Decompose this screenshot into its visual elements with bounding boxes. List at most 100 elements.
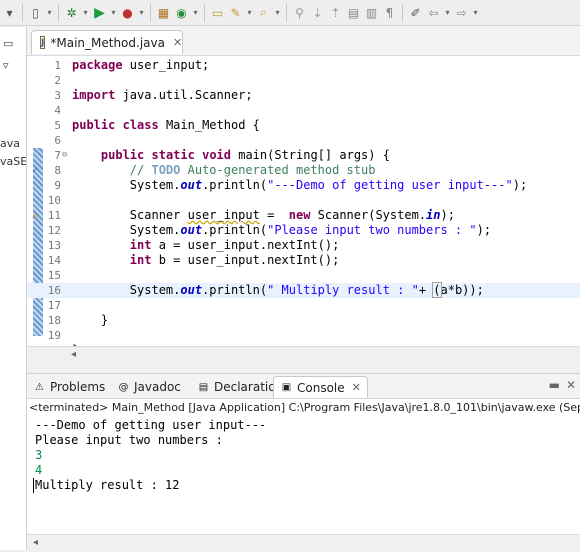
- code-line[interactable]: 4: [27, 103, 580, 118]
- chevron-down-icon[interactable]: ▾: [472, 5, 479, 20]
- dropdown-icon[interactable]: ▾: [2, 5, 17, 20]
- code-text: import java.util.Scanner;: [72, 88, 253, 103]
- close-icon[interactable]: ✕: [173, 36, 182, 49]
- edit-icon[interactable]: ✎: [228, 5, 243, 20]
- line-number: 2: [54, 74, 61, 87]
- mark-occurrences-icon[interactable]: ✐: [408, 5, 423, 20]
- problems-icon: ⚠: [35, 381, 44, 393]
- console-horizontal-scrollbar[interactable]: ◂: [27, 534, 580, 552]
- forward-icon[interactable]: ⇨: [454, 5, 469, 20]
- line-number: 14: [47, 254, 61, 267]
- scroll-left-icon[interactable]: ◂: [71, 349, 76, 360]
- code-token: b = user_input.nextInt();: [151, 253, 340, 267]
- editor-tab-label: *Main_Method.java: [50, 35, 165, 50]
- external-tools-icon[interactable]: ●: [120, 5, 135, 20]
- view-menu-icon[interactable]: ▿: [3, 59, 9, 72]
- back-icon[interactable]: ⇦: [426, 5, 441, 20]
- tab-problems[interactable]: ⚠ Problems: [33, 376, 105, 398]
- search-icon[interactable]: ⌕: [256, 5, 271, 20]
- code-line[interactable]: 16 System.out.println(" Multiply result …: [27, 282, 580, 298]
- code-token: a = user_input.nextInt();: [151, 238, 340, 252]
- code-area[interactable]: 1 package user_input; 2 3 import java.util.S…: [27, 56, 580, 346]
- code-token: java.util.Scanner;: [115, 88, 253, 102]
- code-token: import: [72, 88, 116, 102]
- debug-icon[interactable]: ✲: [64, 5, 79, 20]
- tab-declaration[interactable]: ▤ Declaration: [197, 376, 283, 398]
- editor-horizontal-scrollbar[interactable]: ◂: [27, 346, 580, 364]
- warning-icon[interactable]: ⚠: [32, 208, 38, 223]
- line-number: 8: [54, 164, 61, 177]
- tab-label: Console: [297, 380, 345, 395]
- editor-tab-bar: J *Main_Method.java ✕: [27, 27, 580, 56]
- code-line[interactable]: 15: [27, 268, 580, 283]
- line-number: 5: [54, 119, 61, 132]
- new-class-icon[interactable]: ◉: [174, 5, 189, 20]
- editor-tab-main-method[interactable]: J *Main_Method.java ✕: [31, 30, 183, 54]
- line-number: 10: [47, 194, 61, 207]
- fold-toggle-icon[interactable]: ⊖: [62, 148, 72, 163]
- chevron-down-icon[interactable]: ▾: [110, 5, 117, 20]
- toggle-breakpoint-icon[interactable]: ▯: [28, 5, 43, 20]
- chevron-down-icon[interactable]: ▾: [82, 5, 89, 20]
- open-folder-icon[interactable]: ▭: [210, 5, 225, 20]
- tab-console[interactable]: ▣ Console ✕: [273, 376, 368, 398]
- code-line[interactable]: 3 import java.util.Scanner;: [27, 88, 580, 103]
- code-line[interactable]: 10: [27, 193, 580, 208]
- code-text: }: [72, 313, 108, 328]
- code-line[interactable]: 17: [27, 298, 580, 313]
- tree-item-fragment[interactable]: ava: [0, 137, 20, 150]
- new-java-package-icon[interactable]: ▦: [156, 5, 171, 20]
- run-icon[interactable]: ▶: [92, 5, 107, 21]
- chevron-down-icon[interactable]: ▾: [274, 5, 281, 20]
- minimize-icon[interactable]: ▬: [549, 378, 560, 392]
- code-line[interactable]: 13 int a = user_input.nextInt();: [27, 238, 580, 253]
- chevron-down-icon[interactable]: ▾: [246, 5, 253, 20]
- scroll-left-icon[interactable]: ◂: [33, 537, 38, 548]
- code-line[interactable]: 12 System.out.println("Please input two …: [27, 223, 580, 238]
- line-number: 9: [54, 179, 61, 192]
- line-number: 18: [47, 314, 61, 327]
- tab-javadoc[interactable]: @ Javadoc: [117, 376, 181, 398]
- code-token: static: [151, 148, 195, 162]
- close-icon[interactable]: ✕: [352, 381, 361, 394]
- code-token: int: [129, 253, 152, 267]
- code-line[interactable]: 9 System.out.println("---Demo of getting…: [27, 178, 580, 193]
- code-token: public: [100, 148, 145, 162]
- chevron-down-icon[interactable]: ▾: [444, 5, 451, 20]
- chevron-down-icon[interactable]: ▾: [46, 5, 53, 20]
- code-line[interactable]: 14 int b = user_input.nextInt();: [27, 253, 580, 268]
- code-token: out: [180, 223, 203, 237]
- tree-item-fragment[interactable]: vaSE-: [0, 155, 26, 168]
- code-line[interactable]: 8 ✓ // TODO Auto-generated method stub: [27, 163, 580, 178]
- previous-annotation-icon[interactable]: ⇡: [328, 5, 343, 20]
- word-wrap-icon[interactable]: ¶: [382, 5, 397, 20]
- code-line[interactable]: 18 }: [27, 313, 580, 328]
- chevron-down-icon[interactable]: ▾: [192, 5, 199, 20]
- code-token: Main_Method {: [158, 118, 260, 132]
- code-line[interactable]: 7 ⊖ public static void main(String[] args…: [27, 148, 580, 163]
- minimize-icon[interactable]: ▭: [3, 37, 13, 50]
- next-annotation-icon[interactable]: ⇣: [310, 5, 325, 20]
- main-toolbar: ▾ ▯ ▾ ✲ ▾ ▶ ▾ ● ▾ ▦ ◉ ▾ ▭ ✎ ▾ ⌕ ▾ ⚲ ⇣ ⇡ …: [0, 0, 580, 26]
- tab-label: Javadoc: [134, 380, 181, 394]
- task-icon[interactable]: ✓: [32, 163, 38, 178]
- close-icon[interactable]: ✕: [566, 378, 576, 392]
- console-icon: ▣: [281, 382, 292, 393]
- block-selection-icon[interactable]: ▥: [364, 5, 379, 20]
- code-line[interactable]: 11 ⚠ Scanner user_input = new Scanner(Sys…: [27, 208, 580, 223]
- code-token: );: [440, 208, 455, 222]
- code-token: TODO: [151, 163, 181, 177]
- show-whitespace-icon[interactable]: ▤: [346, 5, 361, 20]
- code-token: }: [72, 313, 109, 327]
- chevron-down-icon[interactable]: ▾: [138, 5, 145, 20]
- code-line[interactable]: 5 public class Main_Method {: [27, 118, 580, 133]
- code-token: user_input;: [122, 58, 210, 72]
- code-line[interactable]: 19: [27, 328, 580, 343]
- code-line[interactable]: 1 package user_input;: [27, 58, 580, 73]
- code-line[interactable]: 6: [27, 133, 580, 148]
- pin-icon[interactable]: ⚲: [292, 5, 307, 20]
- line-number: 16: [47, 284, 61, 297]
- code-line[interactable]: 2: [27, 73, 580, 88]
